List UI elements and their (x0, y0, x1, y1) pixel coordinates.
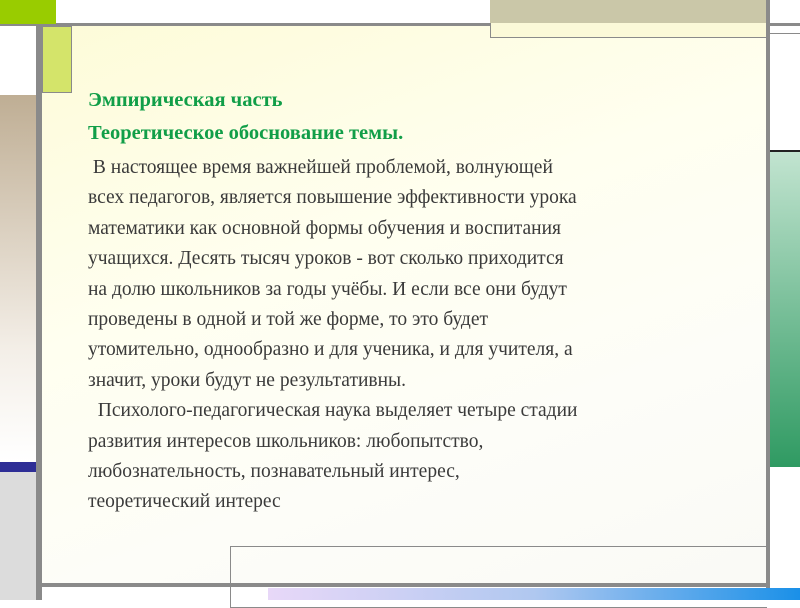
body-line: математики как основной формы обучения и… (88, 217, 562, 239)
right-green-gradient-block (770, 150, 800, 467)
body-line: всех педагогов, является повышение эффек… (88, 187, 577, 209)
left-brown-gradient-block (0, 95, 36, 462)
body-line: любознательность, познавательный интерес… (88, 461, 460, 483)
slide-subtitle: Теоретическое обоснование темы. (88, 122, 404, 144)
body-line: проведены в одной и той же форме, то это… (88, 309, 489, 331)
body-line: теоретический интерес (88, 491, 281, 513)
green-corner-square (0, 0, 56, 24)
bottom-gradient-bar (268, 588, 800, 600)
bottom-divider-line (42, 583, 766, 587)
body-line: Психолого-педагогическая наука выделяет … (88, 400, 578, 422)
body-line: В настоящее время важнейшей проблемой, в… (88, 157, 553, 178)
body-line: развития интересов школьников: любопытст… (88, 430, 484, 452)
body-line: на долю школьников за годы учёбы. И если… (88, 278, 567, 300)
light-green-block (42, 26, 72, 93)
body-line: утомительно, однообразно и для ученика, … (88, 339, 573, 361)
left-blue-bar (0, 462, 36, 472)
body-line: значит, уроки будут не результативны. (88, 369, 407, 391)
tan-top-block (490, 0, 766, 23)
left-grey-block (0, 472, 36, 600)
body-line: учащихся. Десять тысяч уроков - вот скол… (88, 248, 564, 270)
tan-outline-block (490, 23, 768, 38)
left-divider-line (36, 24, 42, 600)
right-thin-line (770, 33, 800, 34)
slide-content: Эмпирическая часть Теоретическое обоснов… (88, 84, 768, 518)
slide-body-text: В настоящее время важнейшей проблемой, в… (88, 153, 768, 518)
slide-title: Эмпирическая часть (88, 89, 283, 111)
